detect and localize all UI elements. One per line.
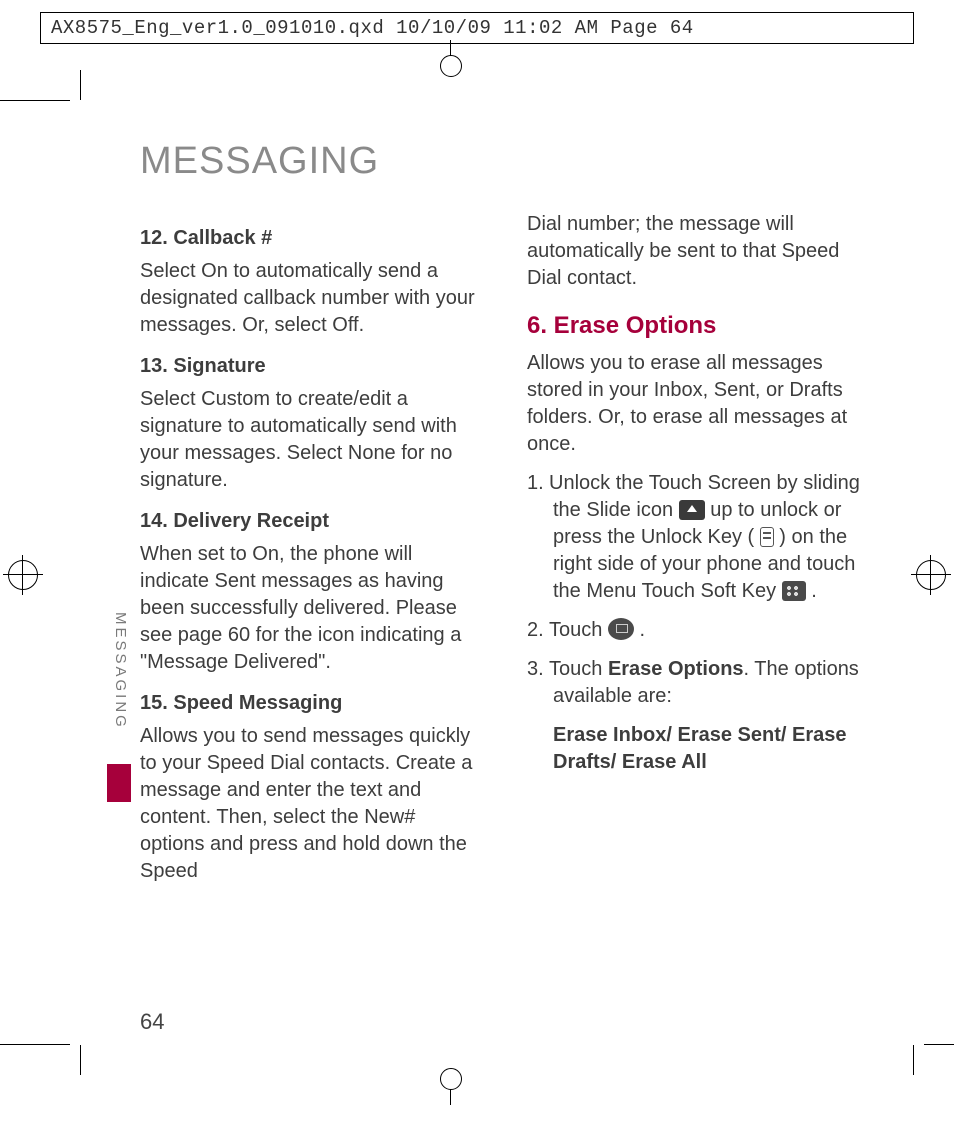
step-3: 3.Touch Erase Options. The options avail… — [527, 656, 868, 710]
step-text: . — [806, 580, 817, 602]
step-number: 3. — [527, 656, 549, 683]
heading-erase-options: 6. Erase Options — [527, 310, 868, 342]
step-2: 2.Touch . — [527, 617, 868, 644]
registration-mark-icon — [916, 560, 946, 590]
unlock-key-icon — [760, 527, 774, 547]
right-column: Dial number; the message will automatica… — [527, 211, 874, 897]
messaging-icon — [608, 618, 634, 640]
crop-mark — [440, 55, 462, 77]
menu-soft-key-icon — [782, 581, 806, 601]
slide-up-icon — [679, 500, 705, 520]
heading-callback: 12. Callback # — [140, 225, 481, 252]
body-text: Select Custom to create/edit a signature… — [140, 386, 481, 494]
body-text: Select On to automatically send a design… — [140, 258, 481, 339]
page-title: MESSAGING — [140, 140, 874, 183]
step-text: Touch — [549, 658, 608, 680]
step-1: 1.Unlock the Touch Screen by sliding the… — [527, 470, 868, 605]
heading-speed-messaging: 15. Speed Messaging — [140, 690, 481, 717]
body-text: When set to On, the phone will indicate … — [140, 541, 481, 676]
print-header: AX8575_Eng_ver1.0_091010.qxd 10/10/09 11… — [40, 12, 914, 44]
left-column: 12. Callback # Select On to automaticall… — [140, 211, 487, 897]
step-number: 2. — [527, 617, 549, 644]
registration-mark-icon — [8, 560, 38, 590]
body-text: Allows you to erase all messages stored … — [527, 350, 868, 458]
crop-mark — [80, 1045, 81, 1075]
crop-mark — [80, 70, 81, 100]
page-body: MESSAGING 12. Callback # Select On to au… — [80, 100, 914, 1045]
body-text: Allows you to send messages quickly to y… — [140, 723, 481, 885]
body-text: Dial number; the message will automatica… — [527, 211, 868, 292]
options-list: Erase Inbox/ Erase Sent/ Erase Drafts/ E… — [553, 722, 868, 776]
crop-mark — [913, 1045, 914, 1075]
crop-mark — [0, 100, 70, 101]
heading-delivery-receipt: 14. Delivery Receipt — [140, 508, 481, 535]
crop-mark — [440, 1068, 462, 1090]
crop-mark — [0, 1044, 70, 1045]
step-number: 1. — [527, 470, 549, 497]
heading-signature: 13. Signature — [140, 353, 481, 380]
step-text-bold: Erase Options — [608, 658, 744, 680]
step-text: . — [634, 619, 645, 641]
content-columns: 12. Callback # Select On to automaticall… — [140, 211, 874, 897]
step-text: Touch — [549, 619, 608, 641]
crop-mark — [924, 1044, 954, 1045]
